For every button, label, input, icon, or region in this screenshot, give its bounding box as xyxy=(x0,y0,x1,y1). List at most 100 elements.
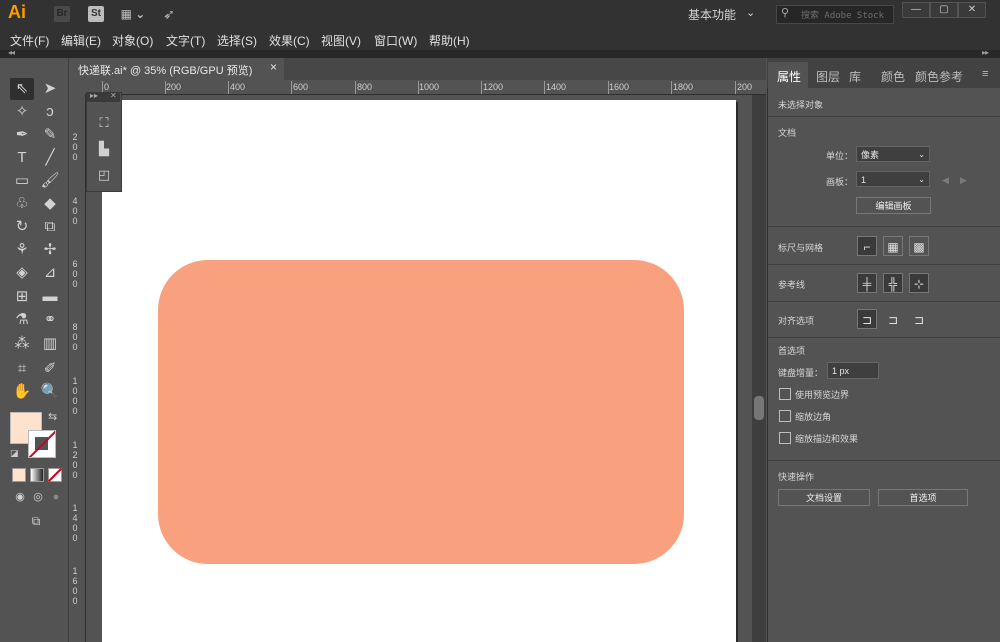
vertical-scrollbar[interactable] xyxy=(752,95,766,642)
chevron-down-icon[interactable]: ⌄ xyxy=(746,6,755,19)
document-tab-title[interactable]: 快递联.ai* @ 35% (RGB/GPU 预览) xyxy=(78,62,252,78)
rotate-tool-icon[interactable]: ↻ xyxy=(10,216,34,238)
tab-libraries[interactable]: 库 xyxy=(849,68,861,85)
color-mode-icon[interactable] xyxy=(12,468,26,482)
preferences-button[interactable]: 首选项 xyxy=(878,489,968,506)
menu-help[interactable]: 帮助(H) xyxy=(429,32,470,49)
vertical-ruler[interactable]: 2 0 0 4 0 0 6 0 0 8 0 0 1 0 0 0 1 2 0 0 … xyxy=(69,94,86,642)
type-tool-icon[interactable]: T xyxy=(10,147,34,169)
scrollbar-thumb[interactable] xyxy=(754,396,764,420)
floating-panel-header[interactable]: ▸▸ ✕ xyxy=(86,91,120,102)
perspective-grid-tool-icon[interactable]: ⊿ xyxy=(38,262,62,284)
shape-builder-tool-icon[interactable]: ◈ xyxy=(10,262,34,284)
stock-search-input[interactable]: ⚲ 搜索 Adobe Stock xyxy=(776,5,894,24)
stroke-color-swatch[interactable] xyxy=(28,430,56,458)
magic-wand-tool-icon[interactable]: ✧ xyxy=(10,101,34,123)
artboard-tool-icon[interactable]: ⌗ xyxy=(10,358,34,380)
smart-guides-icon[interactable]: ⊹ xyxy=(909,273,929,293)
collapse-arrows-icon[interactable]: ◂◂ xyxy=(8,48,15,57)
document-setup-button[interactable]: 文档设置 xyxy=(778,489,870,506)
transparency-grid-icon[interactable]: ▩ xyxy=(909,236,929,256)
blend-tool-icon[interactable]: ⚭ xyxy=(38,309,62,331)
line-tool-icon[interactable]: ╱ xyxy=(38,147,62,169)
eyedropper-tool-icon[interactable]: ⚗ xyxy=(10,309,34,331)
ruler-toggle-icon[interactable]: ⌐ xyxy=(857,236,877,256)
previous-artboard-icon[interactable]: ◀ xyxy=(942,175,949,186)
menu-object[interactable]: 对象(O) xyxy=(112,32,153,49)
direct-selection-tool-icon[interactable]: ➤ xyxy=(38,78,62,100)
symbol-sprayer-tool-icon[interactable]: ⁂ xyxy=(10,333,34,355)
none-mode-icon[interactable] xyxy=(47,467,63,483)
puppet-warp-tool-icon[interactable]: ✢ xyxy=(38,239,62,261)
keyboard-increment-input[interactable]: 1 px xyxy=(827,362,879,379)
close-button[interactable]: ✕ xyxy=(958,2,986,18)
shaper-tool-icon[interactable]: ♧ xyxy=(10,193,34,215)
menu-edit[interactable]: 编辑(E) xyxy=(61,32,101,49)
selection-tool-icon[interactable]: ⇖ xyxy=(10,78,34,100)
snap-to-pixel-icon[interactable]: ⊐ xyxy=(857,309,877,329)
menu-select[interactable]: 选择(S) xyxy=(217,32,257,49)
hand-tool-icon[interactable]: ✋ xyxy=(10,381,34,403)
eraser-tool-icon[interactable]: ◆ xyxy=(38,193,62,215)
app-logo: Ai xyxy=(8,2,26,22)
bridge-icon[interactable]: Br xyxy=(54,6,70,22)
grid-toggle-icon[interactable]: ▦ xyxy=(883,236,903,256)
mesh-tool-icon[interactable]: ⊞ xyxy=(10,286,34,308)
horizontal-ruler[interactable]: 0 200 400 600 800 1000 1200 1400 1600 18… xyxy=(85,80,766,95)
close-icon[interactable]: ✕ xyxy=(110,91,117,100)
menu-effect[interactable]: 效果(C) xyxy=(269,32,310,49)
ruler-origin[interactable] xyxy=(69,80,85,94)
paintbrush-tool-icon[interactable]: 🖌 xyxy=(38,170,62,192)
artboard[interactable] xyxy=(102,100,736,642)
scale-corners-checkbox[interactable] xyxy=(779,410,791,422)
rocket-icon[interactable]: ➶ xyxy=(160,6,178,22)
swap-fill-stroke-icon[interactable]: ⇆ xyxy=(48,410,57,423)
canvas-area[interactable] xyxy=(86,95,752,642)
rectangle-tool-icon[interactable]: ▭ xyxy=(10,170,34,192)
use-preview-bounds-checkbox[interactable] xyxy=(779,388,791,400)
layout-grid-icon[interactable]: ▦ ⌄ xyxy=(118,6,148,22)
tab-layers[interactable]: 图层 xyxy=(816,68,840,85)
transform-icon[interactable]: ⛶ xyxy=(95,114,113,132)
menu-type[interactable]: 文字(T) xyxy=(166,32,205,49)
width-tool-icon[interactable]: ⚘ xyxy=(10,239,34,261)
scale-tool-icon[interactable]: ⧉ xyxy=(38,216,62,238)
align-art-icon[interactable]: ⊐ xyxy=(909,309,929,329)
gradient-tool-icon[interactable]: ▬ xyxy=(38,286,62,308)
close-tab-icon[interactable]: × xyxy=(270,60,277,74)
menu-window[interactable]: 窗口(W) xyxy=(374,32,417,49)
align-icon[interactable]: ▙ xyxy=(95,140,113,158)
tab-properties[interactable]: 属性 xyxy=(777,68,801,85)
align-to-pixel-icon[interactable]: ⊐ xyxy=(883,309,903,329)
gradient-mode-icon[interactable] xyxy=(30,468,44,482)
pathfinder-icon[interactable]: ◰ xyxy=(95,166,113,184)
tab-color[interactable]: 颜色 xyxy=(881,68,905,85)
edit-artboards-button[interactable]: 编辑画板 xyxy=(856,197,931,214)
workspace-switcher[interactable]: 基本功能 xyxy=(688,6,736,23)
maximize-button[interactable]: ▢ xyxy=(930,2,958,18)
next-artboard-icon[interactable]: ▶ xyxy=(960,175,967,186)
unit-select[interactable]: 像素 ⌄ xyxy=(856,146,930,162)
pen-tool-icon[interactable]: ✒ xyxy=(10,124,34,146)
artboard-select[interactable]: 1 ⌄ xyxy=(856,171,930,187)
show-guides-icon[interactable]: ╪ xyxy=(857,273,877,293)
collapse-arrows-icon[interactable]: ▸▸ xyxy=(90,91,98,100)
lock-guides-icon[interactable]: ╬ xyxy=(883,273,903,293)
panel-menu-icon[interactable]: ≡ xyxy=(982,68,988,80)
draw-inside-icon[interactable]: ● xyxy=(44,486,68,508)
stock-icon[interactable]: St xyxy=(88,6,104,22)
curvature-tool-icon[interactable]: ✎ xyxy=(38,124,62,146)
column-graph-tool-icon[interactable]: ▥ xyxy=(38,333,62,355)
minimize-button[interactable]: — xyxy=(902,2,930,18)
rounded-rectangle-shape[interactable] xyxy=(158,260,684,564)
menu-file[interactable]: 文件(F) xyxy=(10,32,49,49)
screen-mode-icon[interactable]: ⧉ xyxy=(24,510,48,532)
lasso-tool-icon[interactable]: ↄ xyxy=(38,101,62,123)
slice-tool-icon[interactable]: ✐ xyxy=(38,358,62,380)
expand-arrows-icon[interactable]: ▸▸ xyxy=(982,48,989,57)
default-colors-icon[interactable]: ◪ xyxy=(10,448,19,459)
scale-strokes-checkbox[interactable] xyxy=(779,432,791,444)
zoom-tool-icon[interactable]: 🔍 xyxy=(38,381,62,403)
menu-view[interactable]: 视图(V) xyxy=(321,32,361,49)
tab-color-guide[interactable]: 颜色参考 xyxy=(915,68,963,85)
